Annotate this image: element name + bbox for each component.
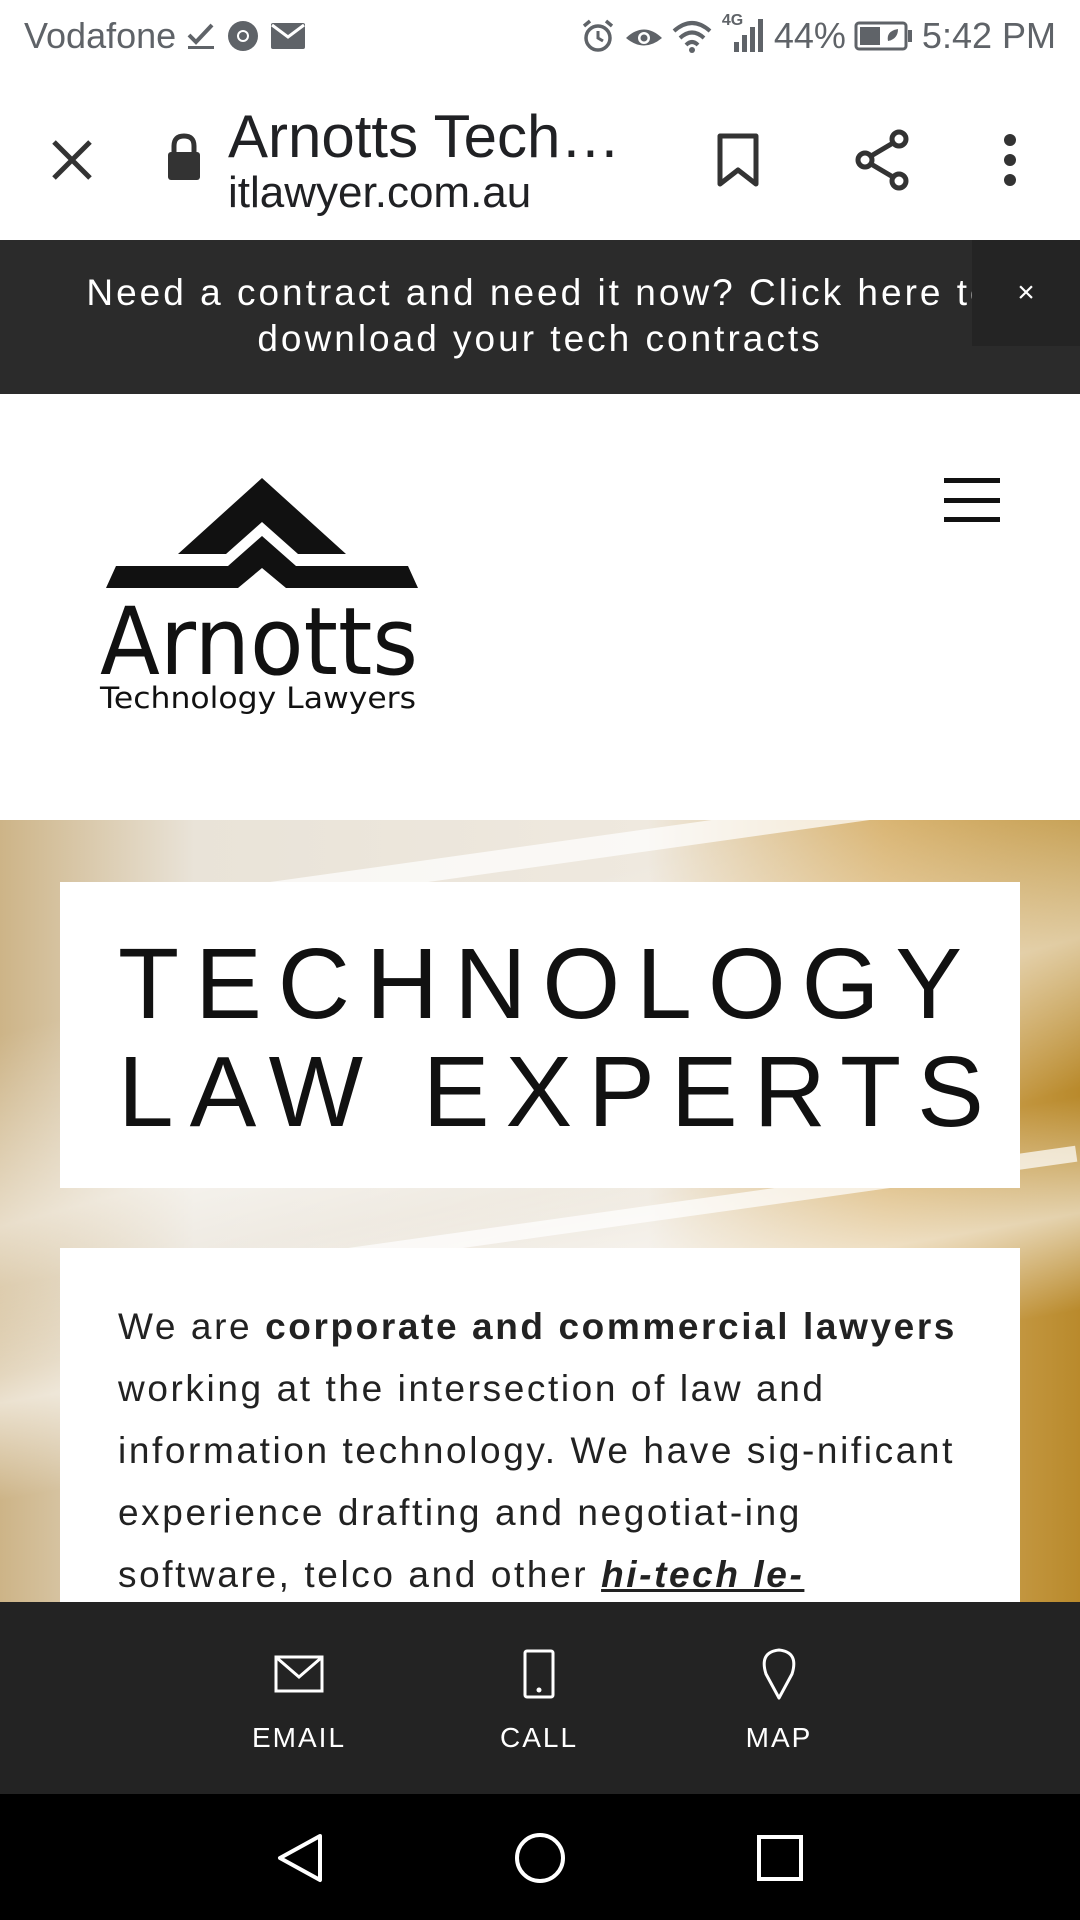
hero-body-card: We are corporate and commercial lawyers … xyxy=(60,1248,1020,1602)
mail-icon xyxy=(270,14,306,58)
banner-text[interactable]: Need a contract and need it now? Click h… xyxy=(80,270,1000,362)
hero-section: TECHNOLOGY LAW EXPERTS We are corporate … xyxy=(0,820,1080,1602)
svg-text:Technology Lawyers: Technology Lawyers xyxy=(99,681,416,715)
network-type: 4G xyxy=(721,12,744,29)
close-icon: × xyxy=(1017,276,1035,309)
para-bold-text: corporate and commercial lawyers xyxy=(265,1306,957,1347)
page-title[interactable]: Arnotts Tech… xyxy=(228,102,620,171)
banner-close-button[interactable]: × xyxy=(972,240,1080,346)
phone-icon xyxy=(523,1646,555,1702)
email-icon xyxy=(274,1646,324,1702)
status-left: Vodafone xyxy=(24,14,306,58)
status-bar: Vodafone 4G 44% 5:42 PM xyxy=(0,0,1080,74)
share-icon xyxy=(855,129,909,191)
hero-title-line1: TECHNOLOGY xyxy=(118,928,979,1040)
back-triangle-icon xyxy=(278,1834,322,1882)
bookmark-button[interactable] xyxy=(700,118,776,202)
back-button[interactable] xyxy=(270,1828,330,1888)
page-url[interactable]: itlawyer.com.au xyxy=(228,168,531,218)
wifi-icon xyxy=(672,14,712,58)
email-label: EMAIL xyxy=(251,1722,347,1753)
hi-tech-link[interactable]: hi-tech le- xyxy=(601,1554,804,1595)
para-text-1: We are xyxy=(118,1306,266,1347)
battery-icon xyxy=(854,14,914,58)
share-button[interactable] xyxy=(842,118,922,202)
system-nav-bar xyxy=(0,1794,1080,1920)
close-icon xyxy=(52,140,92,180)
eye-icon xyxy=(624,14,664,58)
map-button[interactable]: MAP xyxy=(699,1646,859,1754)
signal-icon: 4G xyxy=(720,12,766,58)
call-label: CALL xyxy=(499,1722,579,1753)
call-button[interactable]: CALL xyxy=(459,1646,619,1754)
para-text-2: working at the intersection of law and i… xyxy=(118,1368,955,1595)
more-vert-icon xyxy=(1004,134,1016,186)
more-options-button[interactable] xyxy=(980,118,1040,202)
hamburger-bar xyxy=(944,497,1000,503)
home-button[interactable] xyxy=(510,1828,570,1888)
map-pin-icon xyxy=(761,1646,797,1702)
status-right: 4G 44% 5:42 PM xyxy=(580,12,1056,58)
recents-button[interactable] xyxy=(750,1828,810,1888)
contact-bar: EMAIL CALL MAP xyxy=(0,1602,1080,1794)
battery-percent: 44% xyxy=(773,15,846,56)
hamburger-bar xyxy=(944,517,1000,522)
hero-title-line2: LAW EXPERTS xyxy=(118,1036,1000,1148)
recents-square-icon xyxy=(757,1835,803,1881)
lock-icon[interactable] xyxy=(164,132,204,182)
hero-title-card: TECHNOLOGY LAW EXPERTS xyxy=(60,882,1020,1188)
hero-paragraph: We are corporate and commercial lawyers … xyxy=(118,1296,978,1602)
carrier-name: Vodafone xyxy=(24,15,177,56)
alarm-icon xyxy=(580,14,616,58)
email-button[interactable]: EMAIL xyxy=(219,1646,379,1754)
arnotts-logo[interactable]: Arnotts Technology Lawyers xyxy=(96,478,420,718)
check-icon xyxy=(186,14,216,58)
home-circle-icon xyxy=(515,1833,565,1883)
map-label: MAP xyxy=(745,1722,813,1753)
site-header: Arnotts Technology Lawyers xyxy=(0,394,1080,820)
bookmark-icon xyxy=(717,133,759,187)
hamburger-bar xyxy=(944,478,1000,483)
hero-title: TECHNOLOGY LAW EXPERTS xyxy=(118,930,1000,1146)
promo-banner[interactable]: Need a contract and need it now? Click h… xyxy=(0,240,1080,394)
clock-time: 5:42 PM xyxy=(921,15,1056,56)
menu-button[interactable] xyxy=(944,478,1000,522)
browser-toolbar: Arnotts Tech… itlawyer.com.au xyxy=(0,74,1080,240)
close-tab-button[interactable] xyxy=(30,118,114,202)
chrome-icon xyxy=(226,14,260,58)
